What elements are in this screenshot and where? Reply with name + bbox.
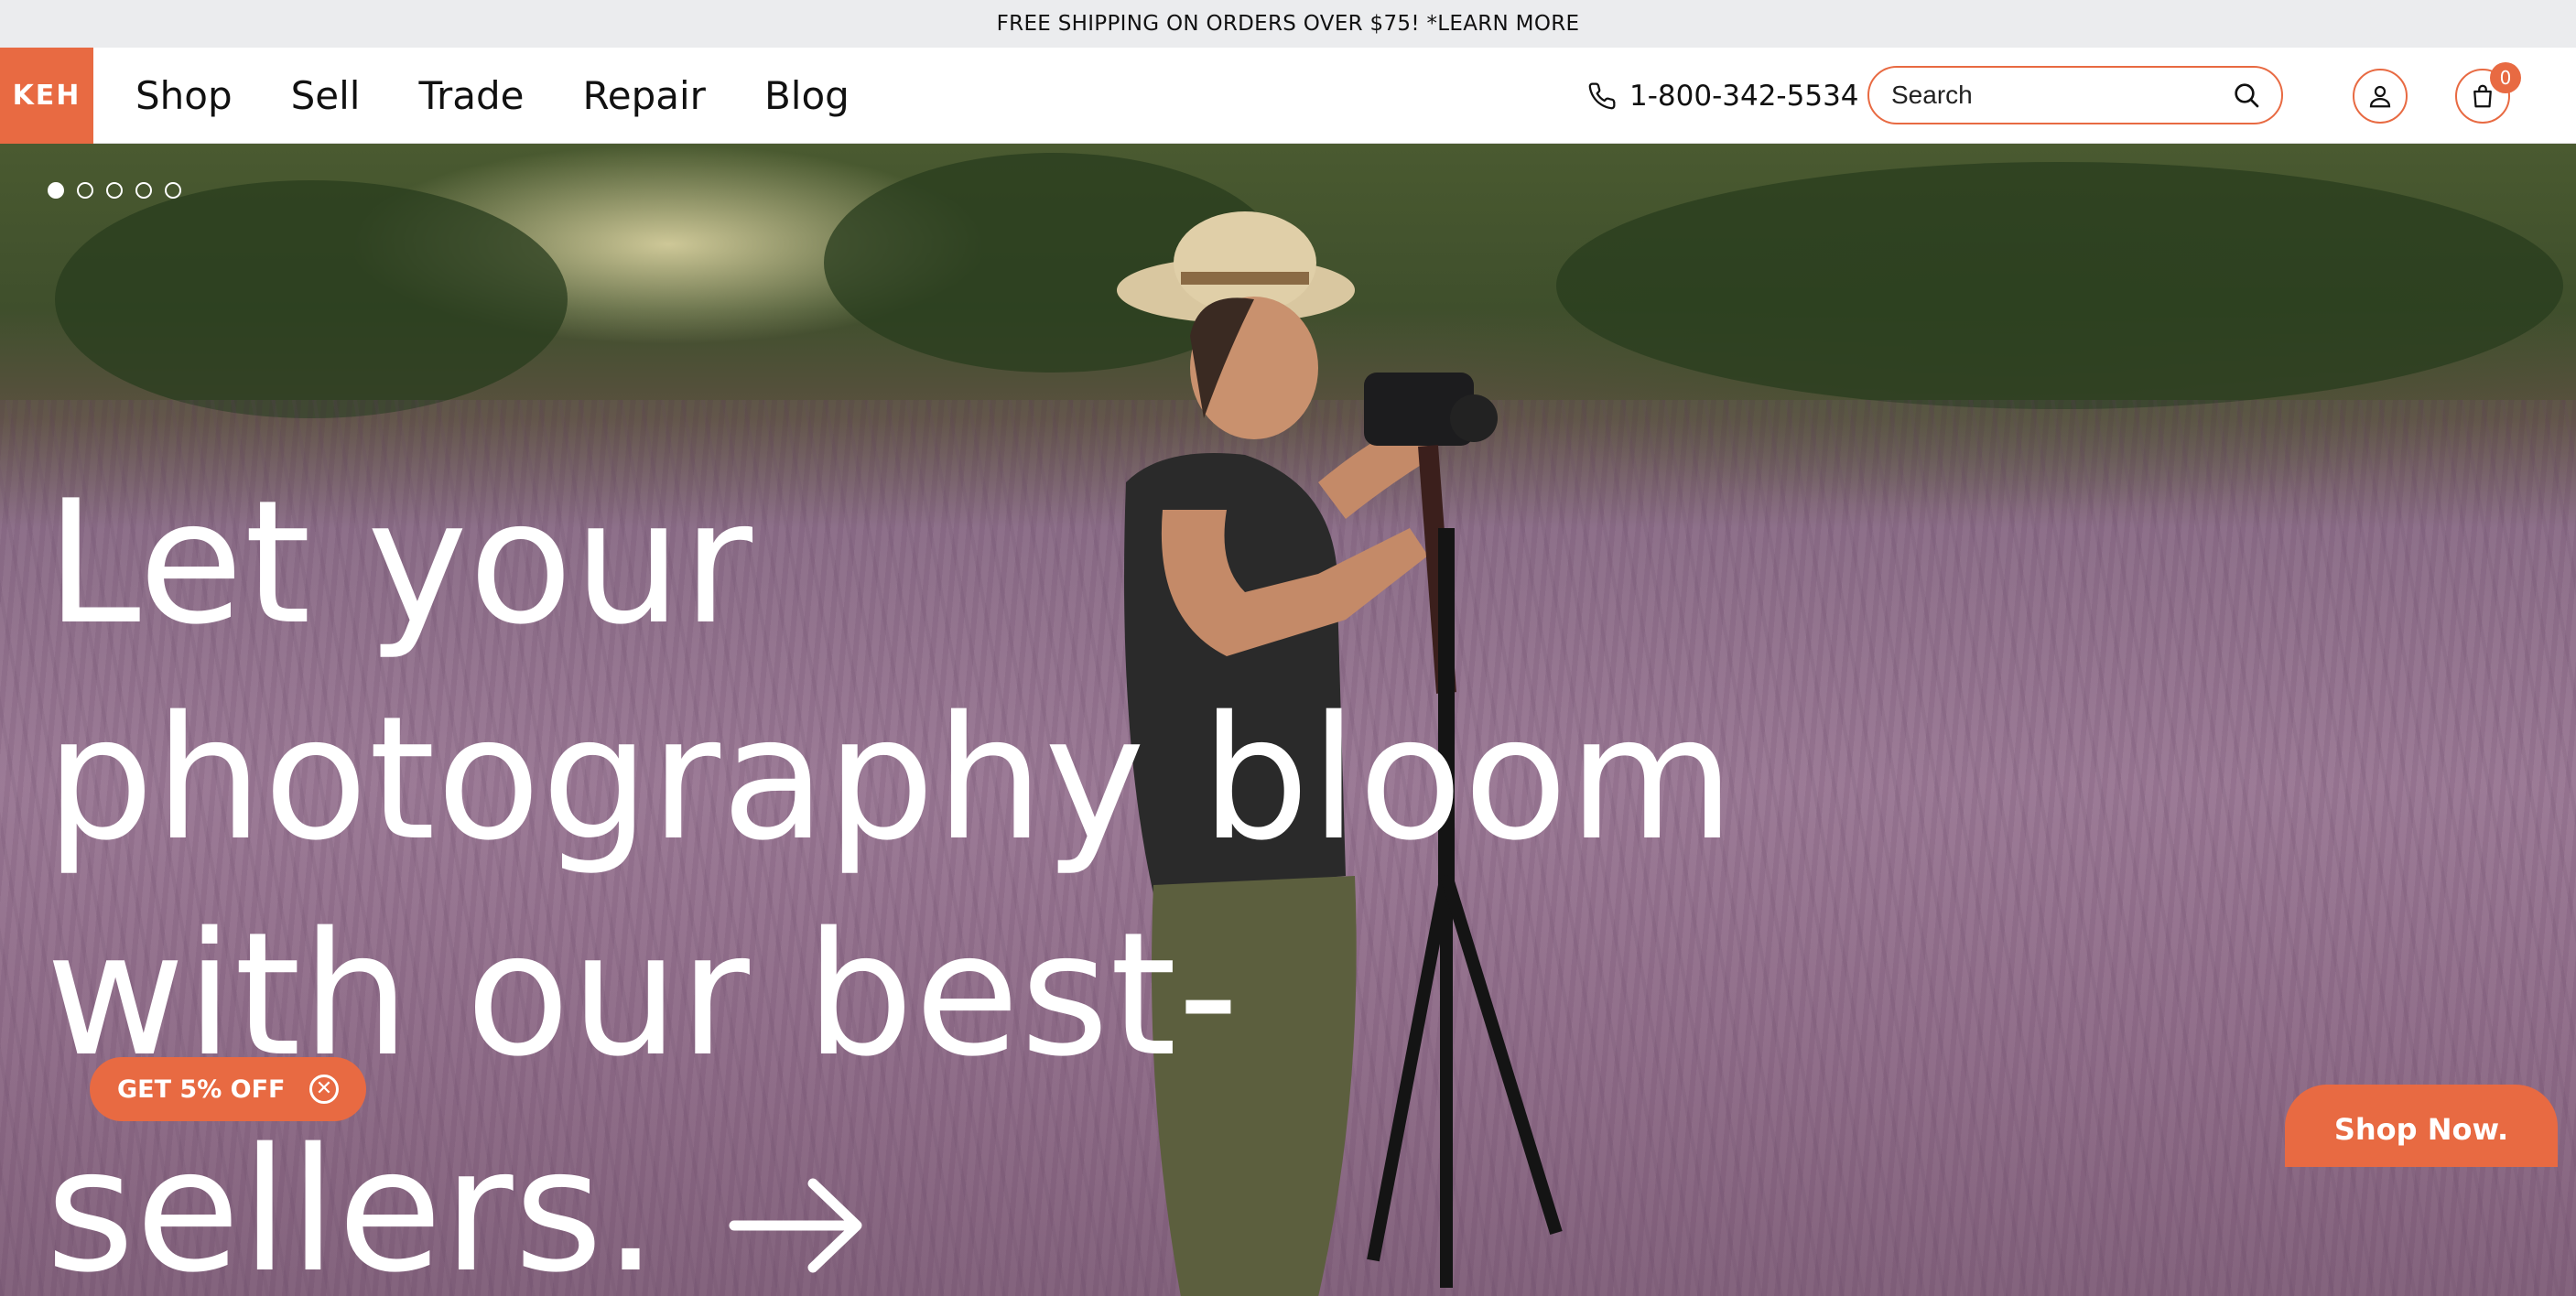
discount-label: GET 5% OFF xyxy=(117,1075,286,1104)
hero-background-tree xyxy=(1556,162,2563,409)
logo-text: KEH xyxy=(12,80,81,112)
shop-now-button[interactable]: Shop Now. xyxy=(2285,1085,2558,1167)
cart-count-badge: 0 xyxy=(2490,62,2521,93)
phone-icon xyxy=(1588,82,1616,110)
arrow-right-icon[interactable] xyxy=(729,1171,866,1280)
hero-headline-line-1: Let your xyxy=(46,463,754,662)
site-header: KEH Shop Sell Trade Repair Blog 1-800-34… xyxy=(0,48,2576,144)
hero-headline-line-4: sellers. xyxy=(46,1111,659,1296)
phone-number: 1-800-342-5534 xyxy=(1629,80,1859,113)
hero-headline-line-2: photography bloom xyxy=(46,679,1736,878)
carousel-dot-5[interactable] xyxy=(165,182,181,199)
hero-headline: Let your photography bloom with our best… xyxy=(46,455,1785,1296)
nav-item-trade[interactable]: Trade xyxy=(418,73,524,118)
keh-logo[interactable]: KEH xyxy=(0,48,93,144)
announcement-text[interactable]: FREE SHIPPING ON ORDERS OVER $75! *LEARN… xyxy=(997,12,1580,36)
shop-now-label: Shop Now. xyxy=(2333,1112,2509,1147)
search-icon[interactable] xyxy=(2232,81,2261,110)
user-icon xyxy=(2369,85,2391,108)
discount-popup-button[interactable]: GET 5% OFF ✕ xyxy=(90,1057,366,1121)
close-circle-icon[interactable]: ✕ xyxy=(309,1075,339,1104)
carousel-dot-3[interactable] xyxy=(106,182,123,199)
carousel-pagination xyxy=(48,182,194,199)
nav-item-sell[interactable]: Sell xyxy=(291,73,361,118)
carousel-dot-4[interactable] xyxy=(135,182,152,199)
nav-item-repair[interactable]: Repair xyxy=(582,73,705,118)
main-nav: Shop Sell Trade Repair Blog xyxy=(135,48,908,144)
phone-link[interactable]: 1-800-342-5534 xyxy=(1587,73,1859,119)
nav-item-shop[interactable]: Shop xyxy=(135,73,233,118)
search-box xyxy=(1867,66,2283,124)
carousel-dot-2[interactable] xyxy=(77,182,93,199)
search-input[interactable] xyxy=(1891,81,2232,110)
carousel-dot-1[interactable] xyxy=(48,182,64,199)
nav-item-blog[interactable]: Blog xyxy=(764,73,850,118)
hero-background-tree xyxy=(55,180,568,418)
announcement-bar[interactable]: FREE SHIPPING ON ORDERS OVER $75! *LEARN… xyxy=(0,0,2576,48)
hero-banner[interactable]: Let your photography bloom with our best… xyxy=(0,144,2576,1296)
account-button[interactable] xyxy=(2353,69,2408,124)
